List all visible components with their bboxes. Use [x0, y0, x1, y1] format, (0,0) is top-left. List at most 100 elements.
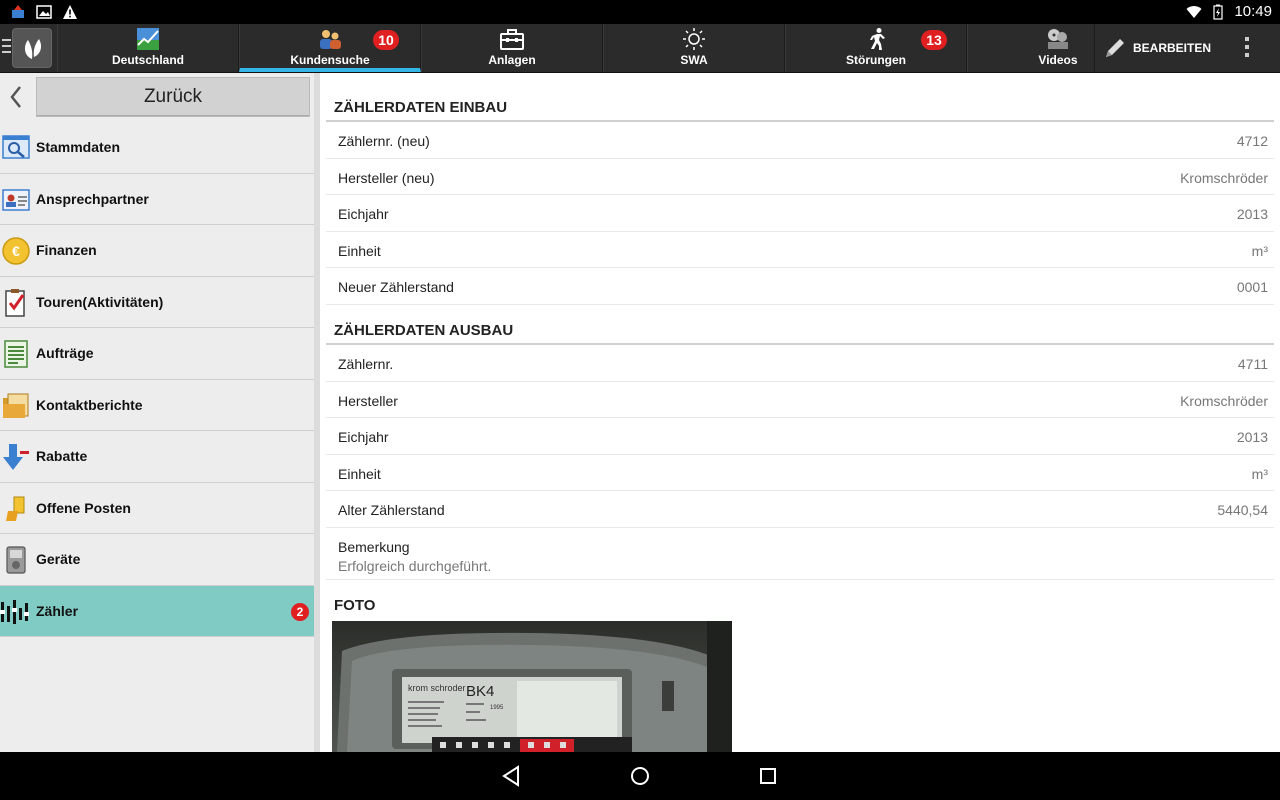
- row-zaehlernr[interactable]: Zählernr. 4711: [326, 345, 1274, 382]
- battery-icon: [1213, 4, 1224, 20]
- meter-brand: krom schroder: [408, 683, 466, 693]
- open-items-icon: [6, 496, 25, 521]
- sidebar-item-offene-posten[interactable]: Offene Posten: [0, 483, 314, 534]
- euro-coin-icon: €: [2, 237, 30, 265]
- row-zaehlernr-neu[interactable]: Zählernr. (neu) 4712: [326, 122, 1274, 159]
- contact-card-icon: [2, 188, 30, 211]
- edit-button[interactable]: BEARBEITEN: [1103, 34, 1211, 62]
- field-value: m³: [1251, 465, 1268, 482]
- sidebar-item-label: Stammdaten: [36, 139, 121, 155]
- hamburger-icon: [2, 39, 11, 57]
- field-label: Hersteller: [338, 392, 398, 409]
- sidebar-item-label: Rabatte: [36, 448, 88, 464]
- row-alter-zaehlerstand[interactable]: Alter Zählerstand 5440,54: [326, 491, 1274, 528]
- tab-badge: 13: [921, 30, 947, 50]
- sidebar-item-touren[interactable]: Touren(Aktivitäten): [0, 277, 314, 328]
- section-title-ausbau: ZÄHLERDATEN AUSBAU: [334, 322, 514, 339]
- sidebar-item-label: Touren(Aktivitäten): [36, 293, 164, 310]
- warning-icon: [63, 5, 77, 19]
- tab-stoerungen[interactable]: Störungen 13: [785, 24, 967, 72]
- back-button[interactable]: Zurück: [36, 77, 310, 117]
- image-icon: [36, 5, 52, 19]
- row-einheit[interactable]: Einheit m³: [326, 455, 1274, 491]
- chevron-left-icon[interactable]: [8, 85, 24, 109]
- back-row: Zurück: [0, 73, 314, 121]
- tab-kundensuche[interactable]: Kundensuche 10: [239, 24, 421, 72]
- section-title-foto: FOTO: [334, 597, 376, 614]
- field-value: Kromschröder: [1180, 392, 1268, 409]
- row-bemerkung[interactable]: Bemerkung Erfolgreich durchgeführt.: [326, 528, 1274, 580]
- row-neuer-zaehlerstand[interactable]: Neuer Zählerstand 0001: [326, 268, 1274, 305]
- row-einheit-neu[interactable]: Einheit m³: [326, 232, 1274, 268]
- tab-label: SWA: [680, 53, 708, 67]
- tab-anlagen[interactable]: Anlagen: [421, 24, 603, 72]
- field-value: 2013: [1236, 206, 1268, 222]
- sidebar-item-label: Zähler: [36, 602, 79, 619]
- sidebar-item-kontaktberichte[interactable]: Kontaktberichte: [0, 380, 314, 431]
- tab-videos[interactable]: Videos: [967, 24, 1095, 72]
- meter-icon: [0, 599, 29, 624]
- sidebar-item-rabatte[interactable]: Rabatte: [0, 431, 314, 483]
- home-icon[interactable]: [628, 764, 652, 788]
- clock: 10:49: [1234, 3, 1272, 20]
- meter-year: 1995: [490, 705, 504, 711]
- field-label: Alter Zählerstand: [338, 502, 445, 518]
- app-logo: [12, 28, 52, 68]
- sidebar-item-ansprechpartner[interactable]: Ansprechpartner: [0, 174, 314, 225]
- row-eichjahr[interactable]: Eichjahr 2013: [326, 418, 1274, 455]
- main-tabs: Deutschland Kundensuche 10 Anlagen SWA S…: [57, 24, 1095, 72]
- meter-photo-image: krom schroder BK4 1995: [332, 621, 732, 752]
- app-notification-icon: [12, 5, 24, 18]
- back-icon[interactable]: [500, 764, 524, 788]
- wifi-icon: [1186, 5, 1202, 18]
- tab-label: Deutschland: [111, 53, 184, 67]
- field-value: 4712: [1236, 133, 1268, 149]
- field-value: m³: [1251, 242, 1268, 259]
- row-hersteller-neu[interactable]: Hersteller (neu) Kromschröder: [326, 159, 1274, 195]
- sidebar-item-badge: 2: [291, 602, 309, 621]
- sidebar: Zurück Stammdaten Ansprechpartner € Fina…: [0, 73, 320, 752]
- magnifier-window-icon: [2, 135, 30, 159]
- sun-icon: [683, 28, 705, 50]
- meter-photo[interactable]: krom schroder BK4 1995: [332, 621, 732, 752]
- field-label: Einheit: [338, 242, 381, 259]
- drawer-toggle-button[interactable]: [0, 24, 56, 72]
- meter-model: BK4: [466, 683, 494, 700]
- field-label: Einheit: [338, 465, 381, 482]
- chart-icon: [137, 28, 159, 50]
- sidebar-item-auftraege[interactable]: Aufträge: [0, 328, 314, 380]
- tab-label: Störungen: [846, 53, 906, 67]
- recents-icon[interactable]: [756, 764, 780, 788]
- row-eichjahr-neu[interactable]: Eichjahr 2013: [326, 195, 1274, 232]
- overflow-menu-icon[interactable]: [1238, 37, 1256, 61]
- pencil-icon: [1106, 39, 1124, 57]
- tab-label: Videos: [1038, 53, 1078, 67]
- svg-text:€: €: [12, 243, 20, 259]
- sidebar-item-label: Ansprechpartner: [36, 190, 149, 207]
- remark-text: Erfolgreich durchgeführt.: [338, 557, 492, 574]
- sidebar-item-label: Offene Posten: [36, 499, 131, 516]
- edit-label: BEARBEITEN: [1133, 41, 1212, 55]
- customers-icon: [320, 30, 341, 49]
- tab-badge: 10: [373, 30, 399, 50]
- field-value: Kromschröder: [1180, 169, 1268, 186]
- field-label: Hersteller (neu): [338, 169, 435, 186]
- film-reel-icon: [1048, 29, 1068, 49]
- field-label: Bemerkung: [338, 538, 410, 555]
- sidebar-item-stammdaten[interactable]: Stammdaten: [0, 122, 314, 174]
- folder-icon: [3, 393, 29, 418]
- document-list-icon: [4, 340, 28, 368]
- field-label: Neuer Zählerstand: [338, 279, 454, 295]
- sidebar-item-zaehler[interactable]: Zähler 2: [0, 585, 314, 637]
- sidebar-nav: Stammdaten Ansprechpartner € Finanzen To…: [0, 122, 314, 637]
- sidebar-item-geraete[interactable]: Geräte: [0, 534, 314, 586]
- checklist-icon: [5, 288, 25, 317]
- tab-swa[interactable]: SWA: [603, 24, 785, 72]
- device-icon: [6, 546, 26, 574]
- row-hersteller[interactable]: Hersteller Kromschröder: [326, 382, 1274, 418]
- field-value: 0001: [1236, 279, 1268, 295]
- sidebar-item-label: Finanzen: [36, 242, 97, 258]
- tab-deutschland[interactable]: Deutschland: [57, 24, 239, 72]
- app-toolbar: Deutschland Kundensuche 10 Anlagen SWA S…: [0, 24, 1280, 73]
- sidebar-item-finanzen[interactable]: € Finanzen: [0, 225, 314, 277]
